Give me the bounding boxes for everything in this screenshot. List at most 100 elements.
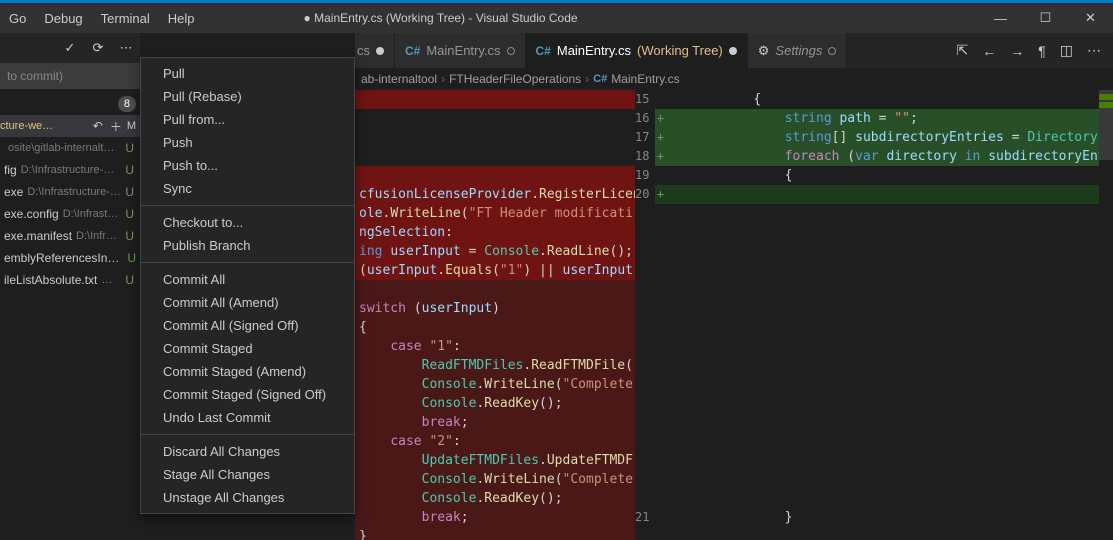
code-line[interactable]: cfusionLicenseProvider.RegisterLicen — [355, 185, 635, 204]
menu-item-undo-last-commit[interactable]: Undo Last Commit — [141, 406, 354, 429]
menu-item-pull[interactable]: Pull — [141, 62, 354, 85]
menu-item-unstage-all-changes[interactable]: Unstage All Changes — [141, 486, 354, 509]
code-line[interactable] — [655, 413, 1113, 432]
code-line[interactable]: switch (userInput) — [355, 299, 635, 318]
code-line[interactable]: Console.WriteLine("Complete — [355, 375, 635, 394]
menu-item-commit-all[interactable]: Commit All — [141, 268, 354, 291]
scm-changes-row[interactable]: cture-we… ↶ ＋ M — [0, 115, 140, 137]
tab-settings[interactable]: ⚙Settings — [748, 33, 848, 68]
menu-item-commit-staged-amend-[interactable]: Commit Staged (Amend) — [141, 360, 354, 383]
code-line[interactable]: case "2": — [355, 432, 635, 451]
code-line[interactable] — [655, 318, 1113, 337]
code-line[interactable] — [655, 394, 1113, 413]
code-line[interactable] — [655, 242, 1113, 261]
code-line[interactable]: ing userInput = Console.ReadLine(); — [355, 242, 635, 261]
open-changes-icon[interactable]: ⇱ — [957, 42, 969, 59]
code-line[interactable] — [655, 299, 1113, 318]
menu-terminal[interactable]: Terminal — [92, 6, 159, 31]
code-line[interactable]: { — [655, 166, 1113, 185]
commit-message-input[interactable]: to commit) — [0, 63, 140, 89]
close-button[interactable]: ✕ — [1068, 3, 1113, 33]
next-change-icon[interactable]: → — [1010, 43, 1024, 59]
code-line[interactable]: ole.WriteLine("FT Header modificati — [355, 204, 635, 223]
menu-item-commit-staged[interactable]: Commit Staged — [141, 337, 354, 360]
stage-changes-icon[interactable]: ＋ — [109, 118, 123, 135]
maximize-button[interactable]: ☐ — [1023, 3, 1068, 33]
scm-file-item[interactable]: fig D:\Infrastructure-…U — [0, 159, 140, 181]
code-line[interactable] — [355, 109, 635, 128]
menu-item-push[interactable]: Push — [141, 131, 354, 154]
breadcrumb-item[interactable]: FTHeaderFileOperations — [449, 72, 581, 86]
code-line[interactable]: foreach (var directory in subdirectoryEn… — [655, 147, 1113, 166]
menu-item-checkout-to-[interactable]: Checkout to... — [141, 211, 354, 234]
commit-check-icon[interactable]: ✓ — [62, 40, 78, 56]
diff-editor-modified[interactable]: 1516+17+18+1920+21 { string path = ""; s… — [635, 90, 1113, 540]
menu-item-discard-all-changes[interactable]: Discard All Changes — [141, 440, 354, 463]
code-line[interactable]: ngSelection: — [355, 223, 635, 242]
scrollbar-thumb[interactable] — [1099, 90, 1113, 160]
menu-go[interactable]: Go — [0, 6, 35, 31]
menu-debug[interactable]: Debug — [35, 6, 91, 31]
breadcrumb[interactable]: ab-internaltool›FTHeaderFileOperations›C… — [355, 68, 1113, 90]
tab-partial[interactable]: cs — [355, 33, 395, 68]
code-line[interactable]: string path = ""; — [655, 109, 1113, 128]
code-content[interactable]: { string path = ""; string[] subdirector… — [655, 90, 1113, 540]
code-line[interactable] — [355, 147, 635, 166]
more-actions-icon[interactable]: ⋯ — [118, 40, 134, 56]
code-line[interactable]: Console.ReadKey(); — [355, 489, 635, 508]
code-line[interactable] — [355, 280, 635, 299]
code-line[interactable] — [655, 337, 1113, 356]
code-line[interactable]: (userInput.Equals("1") || userInput. — [355, 261, 635, 280]
code-line[interactable] — [355, 90, 635, 109]
scm-file-item[interactable]: osite\gitlab-internalt…U — [0, 137, 140, 159]
code-line[interactable]: { — [655, 90, 1113, 109]
split-editor-icon[interactable]: ◫ — [1060, 42, 1073, 59]
menu-item-stage-all-changes[interactable]: Stage All Changes — [141, 463, 354, 486]
minimize-button[interactable]: — — [978, 3, 1023, 33]
diff-editor-original[interactable]: cfusionLicenseProvider.RegisterLicenole.… — [355, 90, 635, 540]
code-line[interactable] — [655, 432, 1113, 451]
scm-file-item[interactable]: emblyReferencesIn… U — [0, 247, 140, 269]
code-line[interactable]: } — [355, 527, 635, 540]
breadcrumb-item[interactable]: ab-internaltool — [361, 72, 437, 86]
code-line[interactable] — [655, 489, 1113, 508]
code-line[interactable]: string[] subdirectoryEntries = Directory… — [655, 128, 1113, 147]
tab-main-wt[interactable]: C#MainEntry.cs (Working Tree) — [526, 33, 748, 68]
scm-file-item[interactable]: exe D:\Infrastructure-…U — [0, 181, 140, 203]
toggle-whitespace-icon[interactable]: ¶ — [1038, 43, 1046, 59]
code-line[interactable] — [655, 280, 1113, 299]
code-line[interactable] — [655, 356, 1113, 375]
dirty-indicator-icon[interactable] — [729, 47, 737, 55]
code-line[interactable]: Console.WriteLine("Complete — [355, 470, 635, 489]
menu-item-publish-branch[interactable]: Publish Branch — [141, 234, 354, 257]
discard-changes-icon[interactable]: ↶ — [91, 119, 105, 133]
code-line[interactable]: UpdateFTMDFiles.UpdateFTMDF — [355, 451, 635, 470]
scm-file-item[interactable]: exe.manifest D:\Infr…U — [0, 225, 140, 247]
code-line[interactable]: Console.ReadKey(); — [355, 394, 635, 413]
dirty-indicator-icon[interactable] — [376, 47, 384, 55]
code-line[interactable] — [655, 451, 1113, 470]
breadcrumb-item[interactable]: MainEntry.cs — [611, 72, 679, 86]
code-line[interactable]: } — [655, 508, 1113, 527]
menu-item-commit-all-signed-off-[interactable]: Commit All (Signed Off) — [141, 314, 354, 337]
more-editor-actions-icon[interactable]: ⋯ — [1087, 42, 1101, 59]
code-line[interactable]: case "1": — [355, 337, 635, 356]
menu-help[interactable]: Help — [159, 6, 204, 31]
code-line[interactable] — [655, 375, 1113, 394]
menu-item-pull-from-[interactable]: Pull from... — [141, 108, 354, 131]
menu-item-sync[interactable]: Sync — [141, 177, 354, 200]
code-line[interactable] — [355, 128, 635, 147]
code-line[interactable]: ReadFTMDFiles.ReadFTMDFile( — [355, 356, 635, 375]
previous-change-icon[interactable]: ← — [982, 43, 996, 59]
close-tab-icon[interactable] — [828, 47, 836, 55]
code-line[interactable]: { — [355, 318, 635, 337]
tab-main1[interactable]: C#MainEntry.cs — [395, 33, 526, 68]
scm-file-item[interactable]: ileListAbsolute.txt …U — [0, 269, 140, 291]
code-line[interactable]: break; — [355, 508, 635, 527]
code-line[interactable] — [655, 261, 1113, 280]
refresh-icon[interactable]: ⟳ — [90, 40, 106, 56]
code-line[interactable] — [655, 204, 1113, 223]
menu-item-push-to-[interactable]: Push to... — [141, 154, 354, 177]
code-line[interactable]: break; — [355, 413, 635, 432]
scm-file-item[interactable]: exe.config D:\Infrast…U — [0, 203, 140, 225]
